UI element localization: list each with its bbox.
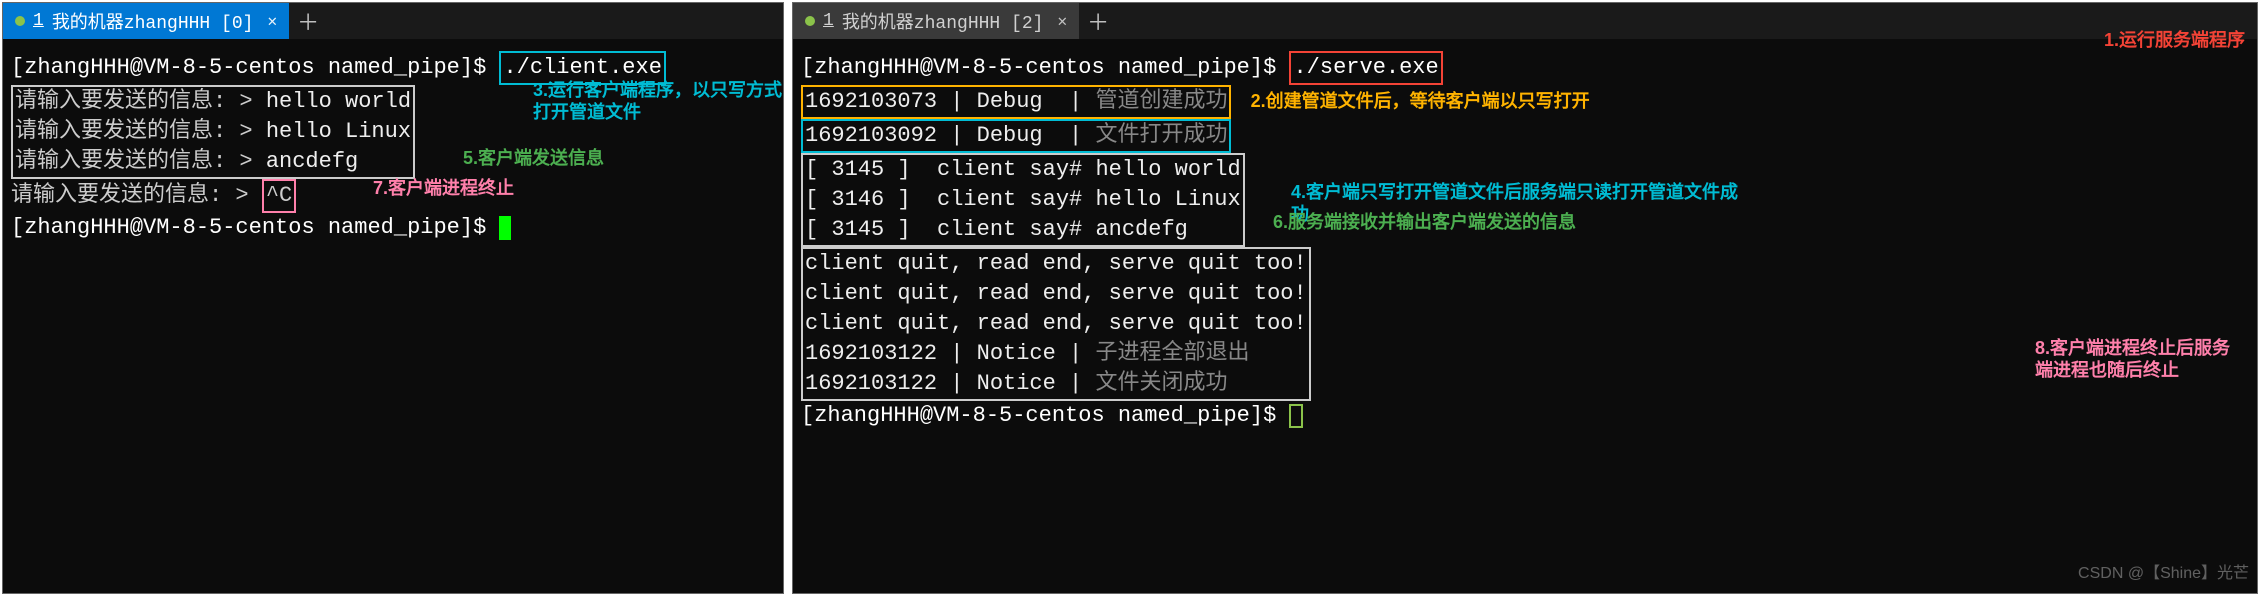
new-tab-button[interactable]: ＋	[1079, 3, 1117, 39]
cmd-serve: ./serve.exe	[1289, 51, 1442, 85]
close-icon[interactable]: ✕	[261, 11, 277, 31]
prompt-line-final: [zhangHHH@VM-8-5-centos named_pipe]$	[801, 401, 2249, 431]
input-value: ancdefg	[266, 149, 358, 174]
close-icon[interactable]: ✕	[1051, 11, 1067, 31]
annotation-2: 2.创建管道文件后，等待客户端以只写打开	[1251, 91, 1590, 111]
input-prompt: 请输入要发送的信息: >	[15, 119, 266, 144]
quit-output: client quit, read end, serve quit too!	[805, 309, 1307, 339]
annotation-5: 5.客户端发送信息	[463, 147, 604, 169]
tab-bar-left: 1 我的机器zhangHHH [0] ✕ ＋	[3, 3, 783, 39]
annotation-8: 8.客户端进程终止后服务端进程也随后终止	[2035, 337, 2245, 381]
say-block: [ 3145 ] client say# hello world [ 3146 …	[801, 153, 1245, 247]
status-dot-icon	[15, 16, 25, 26]
ctrl-c: ^C	[266, 183, 292, 208]
terminal-left: 1 我的机器zhangHHH [0] ✕ ＋ [zhangHHH@VM-8-5-…	[2, 2, 784, 594]
input-value: hello Linux	[266, 119, 411, 144]
tab-bar-right: 1 我的机器zhangHHH [2] ✕ ＋	[793, 3, 2257, 39]
debug-line-2: 1692103092 | Debug | 文件打开成功 4.客户端只写打开管道文…	[801, 119, 2249, 153]
cursor-icon	[499, 216, 511, 240]
input-value: hello world	[266, 89, 411, 114]
terminal-right: 1 我的机器zhangHHH [2] ✕ ＋ 1.运行服务端程序 [zhangH…	[792, 2, 2258, 594]
tab-left-active[interactable]: 1 我的机器zhangHHH [0] ✕	[3, 3, 289, 39]
quit-output: client quit, read end, serve quit too!	[805, 249, 1307, 279]
prompt-line: [zhangHHH@VM-8-5-centos named_pipe]$ ./s…	[801, 51, 2249, 85]
input-block: 请输入要发送的信息: > hello world 请输入要发送的信息: > he…	[11, 85, 415, 179]
tab-title: 我的机器zhangHHH [0]	[52, 8, 254, 34]
quit-block: client quit, read end, serve quit too! c…	[801, 247, 1311, 401]
debug-line-1: 1692103073 | Debug | 管道创建成功 2.创建管道文件后，等待…	[801, 85, 2249, 119]
annotation-3: 3.运行客户端程序，以只写方式打开管道文件	[533, 79, 793, 123]
prompt-line-final: [zhangHHH@VM-8-5-centos named_pipe]$	[11, 213, 775, 243]
terminal-body-left[interactable]: [zhangHHH@VM-8-5-centos named_pipe]$ ./c…	[3, 39, 783, 593]
new-tab-button[interactable]: ＋	[289, 3, 327, 39]
tab-number: 1	[33, 11, 44, 31]
quit-output: client quit, read end, serve quit too!	[805, 279, 1307, 309]
tab-title: 我的机器zhangHHH [2]	[842, 8, 1044, 34]
serve-output: [ 3145 ] client say# ancdefg	[805, 215, 1241, 245]
input-prompt: 请输入要发送的信息: >	[15, 149, 266, 174]
serve-output: [ 3146 ] client say# hello Linux	[805, 185, 1241, 215]
cursor-box-icon	[1289, 404, 1303, 428]
shell-prompt: [zhangHHH@VM-8-5-centos named_pipe]$	[801, 55, 1289, 80]
shell-prompt: [zhangHHH@VM-8-5-centos named_pipe]$	[11, 55, 499, 80]
terminal-body-right[interactable]: 1.运行服务端程序 [zhangHHH@VM-8-5-centos named_…	[793, 39, 2257, 593]
annotation-6: 6.服务端接收并输出客户端发送的信息	[1273, 211, 1576, 233]
tab-number: 1	[823, 11, 834, 31]
tab-right-active[interactable]: 1 我的机器zhangHHH [2] ✕	[793, 3, 1079, 39]
annotation-7: 7.客户端进程终止	[373, 177, 514, 199]
input-prompt: 请输入要发送的信息: >	[15, 89, 266, 114]
watermark: CSDN @【Shine】光芒	[2078, 559, 2249, 589]
annotation-1: 1.运行服务端程序	[2104, 29, 2245, 51]
status-dot-icon	[805, 16, 815, 26]
serve-output: [ 3145 ] client say# hello world	[805, 155, 1241, 185]
